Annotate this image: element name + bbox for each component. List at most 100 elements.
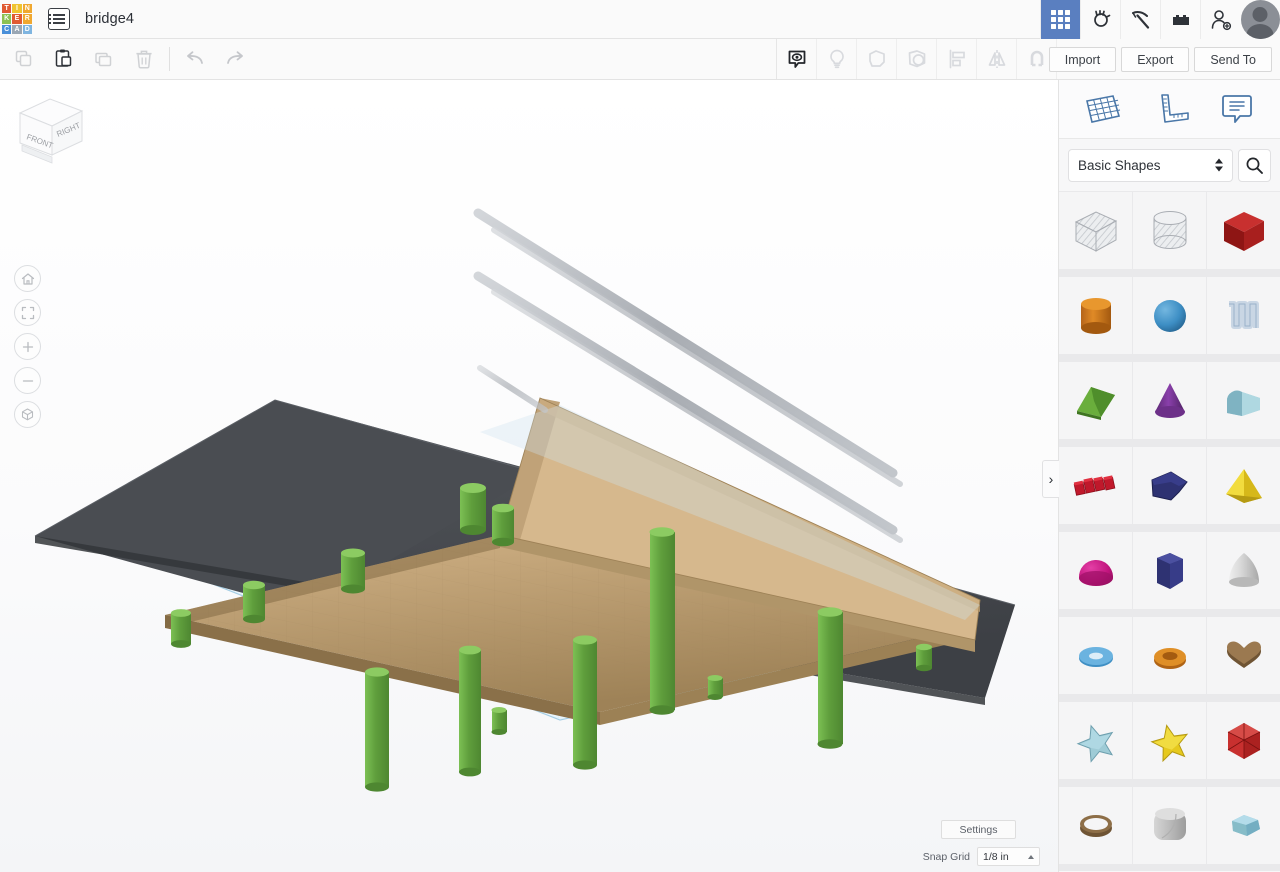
snap-grid-select[interactable]: 1/8 in — [977, 847, 1040, 866]
group-button[interactable] — [897, 39, 937, 79]
shape-roof-wedge[interactable] — [1059, 362, 1132, 439]
perspective-box-icon — [21, 408, 34, 421]
logo-tile-n: N — [22, 4, 32, 14]
mirror-button[interactable] — [977, 39, 1017, 79]
list-menu-icon[interactable] — [48, 8, 70, 30]
tab-ruler[interactable] — [1147, 87, 1193, 131]
edit-actions-group — [4, 39, 255, 79]
plus-icon — [22, 341, 33, 352]
shape-hex-prism[interactable] — [1133, 532, 1206, 609]
delete-button[interactable] — [124, 39, 164, 79]
tinkercad-design-icon[interactable] — [1080, 0, 1120, 39]
user-plus-glyph — [1211, 9, 1231, 30]
paste-icon — [55, 49, 72, 67]
shape-text[interactable] — [1059, 447, 1132, 524]
redo-button[interactable] — [215, 39, 255, 79]
roof-wedge-icon — [1076, 386, 1115, 420]
shape-round-roof[interactable] — [1207, 362, 1280, 439]
fit-to-view-button[interactable] — [14, 299, 41, 326]
paste-button[interactable] — [44, 39, 84, 79]
polyhedron-icon — [1227, 722, 1260, 759]
blocks-brick-icon[interactable] — [1160, 0, 1200, 39]
shape-cylinder[interactable] — [1059, 277, 1132, 354]
align-button[interactable] — [937, 39, 977, 79]
trash-icon — [136, 50, 152, 69]
show-hide-eye-icon — [788, 50, 805, 68]
shape-category-select[interactable]: Basic Shapes — [1068, 148, 1233, 182]
view-cube-glyph: FRONT RIGHT — [18, 98, 84, 164]
duplicate-icon — [95, 52, 112, 67]
top-bar-right-icons — [1040, 0, 1280, 39]
shape-ring[interactable] — [1059, 787, 1132, 864]
orthographic-toggle-button[interactable] — [14, 401, 41, 428]
shape-cylinder-hole[interactable] — [1133, 192, 1206, 269]
shape-torus[interactable] — [1059, 617, 1132, 694]
import-button[interactable]: Import — [1048, 47, 1117, 72]
add-user-icon[interactable] — [1200, 0, 1240, 39]
cone-icon — [1154, 382, 1185, 418]
tinkercad-logo[interactable]: T I N K E R C A D — [2, 4, 32, 34]
gallery-grid-icon[interactable] — [1040, 0, 1080, 39]
grid-glyph — [1051, 10, 1070, 29]
tab-shapes-grid[interactable] — [1080, 87, 1126, 131]
box-icon — [1223, 211, 1264, 251]
shape-box[interactable] — [1207, 192, 1280, 269]
home-icon — [21, 272, 34, 285]
shape-star-yellow[interactable] — [1133, 702, 1206, 779]
shape-star-blue[interactable] — [1059, 702, 1132, 779]
rounded-cylinder-icon — [1153, 807, 1186, 840]
bridge-model-3d[interactable] — [0, 80, 1058, 872]
snap-grid-control: Snap Grid 1/8 in — [923, 847, 1040, 866]
star-icon — [1076, 724, 1113, 763]
shape-rounded-cylinder[interactable] — [1133, 787, 1206, 864]
page-title[interactable]: bridge4 — [85, 11, 134, 27]
torus-icon — [1078, 646, 1113, 667]
zoom-out-button[interactable] — [14, 367, 41, 394]
brick-glyph — [1172, 14, 1189, 25]
shape-half-sphere[interactable] — [1059, 532, 1132, 609]
shape-tube[interactable] — [1133, 617, 1206, 694]
shape-paraboloid[interactable] — [1207, 532, 1280, 609]
tab-notes[interactable] — [1214, 87, 1260, 131]
shape-box-hole[interactable] — [1059, 192, 1132, 269]
search-button[interactable] — [1238, 148, 1271, 182]
design-canvas[interactable]: FRONT RIGHT Settings Snap Grid 1/8 in — [0, 80, 1058, 872]
shape-polygon-arrow[interactable] — [1133, 447, 1206, 524]
panel-tabs — [1059, 80, 1280, 139]
toolbar-divider — [169, 47, 170, 71]
pickaxe-glyph — [1131, 10, 1149, 29]
show-hide-button[interactable] — [777, 39, 817, 79]
collapse-panel-button[interactable]: › — [1042, 460, 1059, 498]
shape-button[interactable] — [857, 39, 897, 79]
light-button[interactable] — [817, 39, 857, 79]
star-icon — [1149, 723, 1188, 762]
shape-sphere[interactable] — [1133, 277, 1206, 354]
shape-scribble[interactable] — [1207, 277, 1280, 354]
view-cube[interactable]: FRONT RIGHT — [12, 93, 90, 165]
export-button[interactable]: Export — [1121, 47, 1190, 72]
logo-tile-d: D — [22, 24, 32, 34]
menu-line-2 — [49, 18, 65, 20]
undo-button[interactable] — [175, 39, 215, 79]
avatar[interactable] — [1240, 0, 1280, 39]
shape-gem[interactable] — [1207, 787, 1280, 864]
undo-arrow-icon — [187, 51, 203, 64]
shape-heart[interactable] — [1207, 617, 1280, 694]
shape-polyhedron[interactable] — [1207, 702, 1280, 779]
scribble-icon — [1228, 300, 1259, 329]
send-to-button[interactable]: Send To — [1194, 47, 1272, 72]
settings-button[interactable]: Settings — [941, 820, 1016, 839]
pyramid-icon — [1225, 468, 1262, 503]
home-view-button[interactable] — [14, 265, 41, 292]
duplicate-button[interactable] — [84, 39, 124, 79]
shape-cone[interactable] — [1133, 362, 1206, 439]
zoom-in-button[interactable] — [14, 333, 41, 360]
copy-button[interactable] — [4, 39, 44, 79]
avatar-image — [1240, 0, 1280, 39]
minecraft-pickaxe-icon[interactable] — [1120, 0, 1160, 39]
fit-view-icon — [21, 306, 34, 319]
text-icon — [1073, 474, 1115, 496]
ruler-icon — [1160, 94, 1189, 123]
hex-prism-icon — [1156, 552, 1183, 589]
shape-pyramid[interactable] — [1207, 447, 1280, 524]
